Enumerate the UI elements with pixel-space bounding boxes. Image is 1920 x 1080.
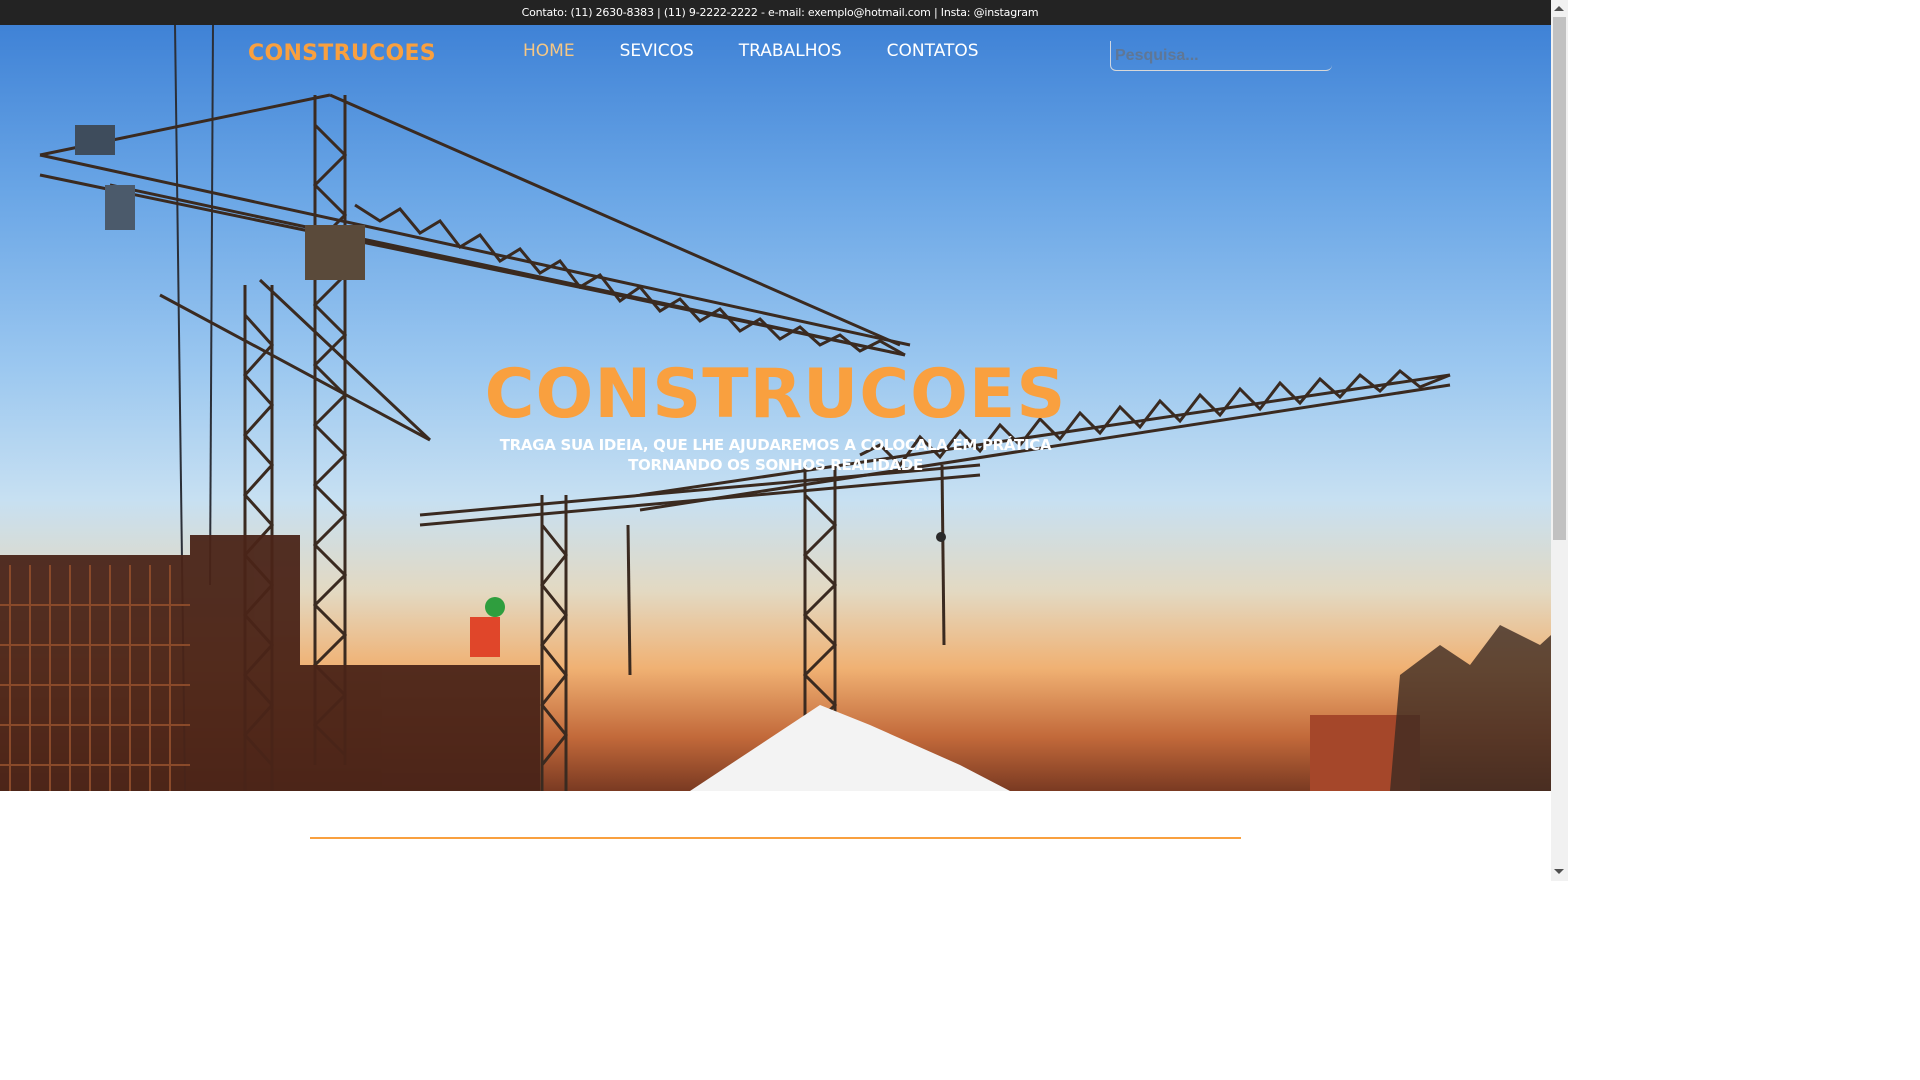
scroll-up-arrow-icon[interactable] xyxy=(1554,6,1564,11)
scroll-down-arrow-icon[interactable] xyxy=(1554,869,1564,874)
search-input[interactable] xyxy=(1110,41,1332,71)
contact-bar: Contato: (11) 2630-8383 | (11) 9-2222-22… xyxy=(0,0,1568,25)
nav-item-home[interactable]: HOME xyxy=(523,41,575,61)
hero-subtitle-line-1: TRAGA SUA IDEIA, QUE LHE AJUDAREMOS A CO… xyxy=(499,436,1052,454)
vertical-scrollbar[interactable] xyxy=(1551,0,1568,881)
nav-item-servicos[interactable]: SEVICOS xyxy=(620,41,694,61)
hero-subtitle-line-2: TORNANDO OS SONHOS REALIDADE xyxy=(628,456,923,474)
nav-item-trabalhos[interactable]: TRABALHOS xyxy=(739,41,842,61)
main-nav: HOME SEVICOS TRABALHOS CONTATOS xyxy=(523,41,1024,61)
contact-text: Contato: (11) 2630-8383 | (11) 9-2222-22… xyxy=(521,6,1039,19)
site-logo[interactable]: CONSTRUCOES xyxy=(248,41,436,66)
hero-title: CONSTRUCOES xyxy=(484,355,1067,434)
section-divider xyxy=(310,837,1241,839)
hero-subtitle: TRAGA SUA IDEIA, QUE LHE AJUDAREMOS A CO… xyxy=(0,435,1551,475)
scrollbar-thumb[interactable] xyxy=(1553,17,1566,540)
nav-item-contatos[interactable]: CONTATOS xyxy=(887,41,979,61)
hero-banner: CONSTRUCOES HOME SEVICOS TRABALHOS CONTA… xyxy=(0,25,1551,791)
